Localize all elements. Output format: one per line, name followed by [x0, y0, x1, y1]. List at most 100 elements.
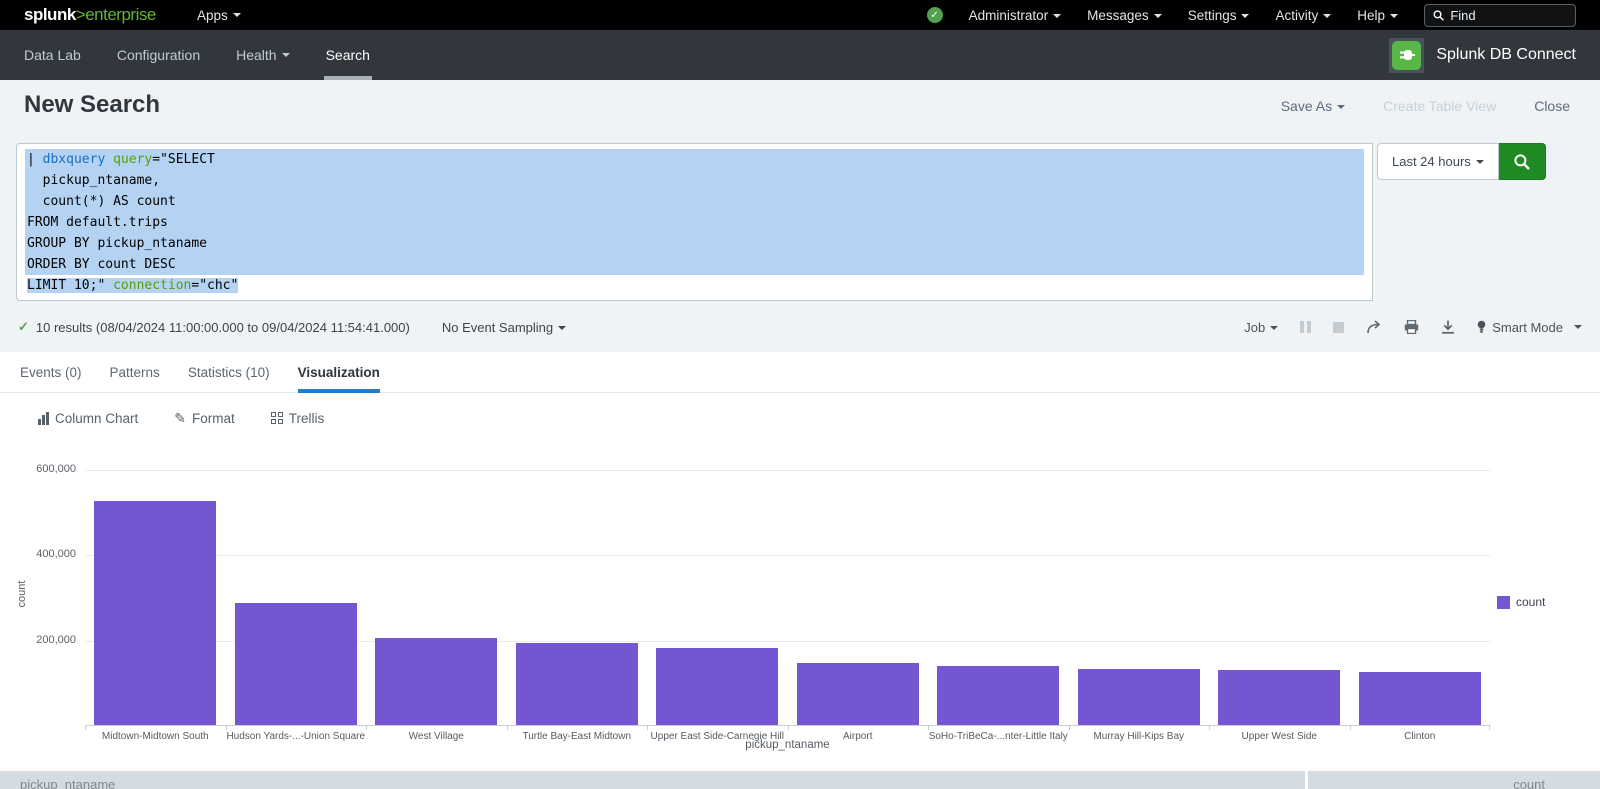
find-input[interactable] — [1450, 8, 1567, 23]
trellis-label: Trellis — [289, 411, 325, 426]
app-identity[interactable]: Splunk DB Connect — [1389, 30, 1576, 80]
settings-menu[interactable]: Settings — [1188, 8, 1250, 23]
export-download-icon[interactable] — [1441, 320, 1455, 334]
save-as-button[interactable]: Save As — [1281, 98, 1345, 114]
chevron-down-icon — [558, 326, 566, 330]
splunk-logo[interactable]: splunk >enterprise — [24, 0, 156, 30]
chevron-down-icon — [1053, 14, 1061, 18]
data-lab-label: Data Lab — [24, 47, 81, 63]
search-icon — [1513, 153, 1531, 171]
time-range-picker[interactable]: Last 24 hours — [1377, 143, 1499, 180]
app-icon-frame — [1389, 38, 1424, 73]
bar-5[interactable] — [656, 648, 778, 725]
search-mode-menu[interactable]: Smart Mode — [1477, 320, 1582, 335]
query-line: ORDER BY count DESC — [25, 254, 1364, 275]
plot-area: Midtown-Midtown SouthHudson Yards-...-Un… — [85, 443, 1490, 726]
chevron-down-icon — [1337, 105, 1345, 109]
tab-visualization-label: Visualization — [298, 365, 380, 380]
chevron-down-icon — [1270, 326, 1278, 330]
chart-type-label: Column Chart — [55, 411, 138, 426]
x-tick-mark — [226, 726, 227, 730]
bar-1[interactable] — [94, 501, 216, 725]
tab-patterns[interactable]: Patterns — [110, 352, 160, 392]
y-tick-label: 400,000 — [0, 548, 76, 560]
time-range-label: Last 24 hours — [1392, 154, 1471, 169]
activity-menu[interactable]: Activity — [1275, 8, 1331, 23]
sampling-label: No Event Sampling — [442, 320, 553, 335]
top-bar-right: ✓ Administrator Messages Settings Activi… — [927, 0, 1576, 30]
chevron-down-icon — [1476, 160, 1484, 164]
query-line: count(*) AS count — [25, 191, 1364, 212]
nav-item-configuration[interactable]: Configuration — [117, 30, 200, 80]
y-tick-label: 200,000 — [0, 634, 76, 646]
bar-10[interactable] — [1359, 672, 1481, 725]
search-label: Search — [326, 47, 370, 63]
job-status-bar: ✓ 10 results (08/04/2024 11:00:00.000 to… — [0, 307, 1600, 347]
query-line: GROUP BY pickup_ntaname — [25, 233, 1364, 254]
nav-item-search[interactable]: Search — [326, 30, 370, 80]
bar-3[interactable] — [375, 638, 497, 725]
nav-item-health[interactable]: Health — [236, 30, 289, 80]
y-axis-title: count — [16, 574, 28, 614]
x-axis-title: pickup_ntaname — [85, 739, 1490, 751]
nav-item-data-lab[interactable]: Data Lab — [24, 30, 81, 80]
app-name: Splunk DB Connect — [1436, 46, 1576, 64]
share-icon[interactable] — [1366, 320, 1382, 334]
bar-6[interactable] — [797, 663, 919, 725]
pause-icon — [1300, 321, 1311, 333]
results-text: 10 results (08/04/2024 11:00:00.000 to 0… — [36, 320, 410, 335]
tab-statistics[interactable]: Statistics (10) — [188, 352, 270, 392]
messages-menu[interactable]: Messages — [1087, 8, 1162, 23]
chevron-down-icon — [1323, 14, 1331, 18]
event-sampling-menu[interactable]: No Event Sampling — [442, 320, 566, 335]
app-nav-items: Data Lab Configuration Health Search — [0, 30, 1600, 80]
tab-visualization[interactable]: Visualization — [298, 352, 380, 392]
create-table-view-label: Create Table View — [1383, 98, 1496, 114]
close-button[interactable]: Close — [1534, 98, 1570, 114]
job-menu[interactable]: Job — [1244, 320, 1278, 335]
statistics-table-header: pickup_ntaname count — [0, 771, 1600, 789]
chevron-down-icon — [1154, 14, 1162, 18]
chevron-down-icon — [282, 53, 290, 57]
format-button[interactable]: ✎ Format — [174, 410, 235, 427]
stop-icon — [1333, 322, 1344, 333]
close-label: Close — [1534, 98, 1570, 114]
chevron-down-icon — [1241, 14, 1249, 18]
legend-label: count — [1516, 595, 1545, 609]
gridline — [85, 555, 1490, 556]
apps-menu[interactable]: Apps — [197, 0, 241, 30]
chart-type-picker[interactable]: Column Chart — [38, 411, 138, 426]
column-header-pickup-ntaname[interactable]: pickup_ntaname — [20, 777, 115, 789]
bar-2[interactable] — [235, 603, 357, 725]
x-tick-mark — [788, 726, 789, 730]
legend-item-count[interactable]: count — [1497, 595, 1545, 609]
bar-7[interactable] — [937, 666, 1059, 725]
smart-mode-label: Smart Mode — [1492, 320, 1563, 335]
page-title: New Search — [24, 91, 160, 119]
check-icon: ✓ — [930, 10, 938, 21]
bar-8[interactable] — [1078, 669, 1200, 725]
trellis-grid-icon — [271, 412, 283, 424]
help-label: Help — [1357, 8, 1385, 23]
run-search-button[interactable] — [1499, 143, 1546, 180]
search-query-input[interactable]: | dbxquery query="SELECT pickup_ntaname,… — [16, 143, 1373, 301]
tab-events[interactable]: Events (0) — [20, 352, 82, 392]
find-search-box[interactable] — [1424, 4, 1576, 27]
health-status-icon[interactable]: ✓ — [927, 7, 943, 23]
administrator-menu[interactable]: Administrator — [969, 8, 1062, 23]
header-actions: Save As Create Table View Close — [1281, 98, 1570, 114]
chevron-down-icon — [1574, 325, 1582, 329]
column-header-count[interactable]: count — [1513, 777, 1545, 789]
bar-9[interactable] — [1218, 670, 1340, 725]
messages-label: Messages — [1087, 8, 1149, 23]
help-menu[interactable]: Help — [1357, 8, 1398, 23]
print-icon[interactable] — [1404, 320, 1419, 334]
plug-icon — [1397, 45, 1417, 65]
x-tick-mark — [1209, 726, 1210, 730]
activity-label: Activity — [1275, 8, 1318, 23]
bar-4[interactable] — [516, 643, 638, 725]
pencil-icon: ✎ — [174, 410, 186, 427]
trellis-button[interactable]: Trellis — [271, 411, 325, 426]
tab-events-label: Events (0) — [20, 365, 82, 380]
search-section: New Search Save As Create Table View Clo… — [0, 80, 1600, 352]
